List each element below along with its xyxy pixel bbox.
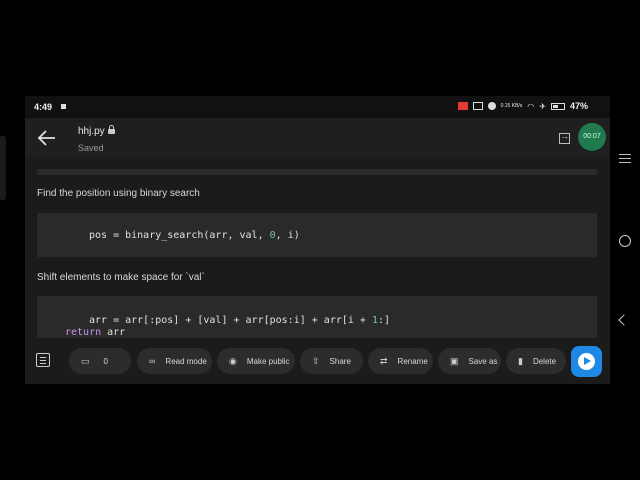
make-public-button[interactable]: ◉ Make public: [217, 348, 295, 374]
notebook-content: Find the position using binary search po…: [25, 158, 610, 338]
system-nav-bar: [610, 96, 640, 384]
share-icon: ⇧: [312, 355, 320, 366]
home-icon[interactable]: [619, 235, 631, 247]
recents-icon[interactable]: [619, 154, 631, 155]
side-edge-handle[interactable]: [0, 136, 6, 200]
exit-icon[interactable]: [559, 131, 570, 144]
play-icon: [578, 353, 595, 370]
code-text: , i): [275, 230, 300, 241]
wifi-icon: ◠: [527, 101, 535, 111]
share-label: Share: [329, 356, 351, 366]
recording-icon: [61, 104, 66, 109]
cast-icon: [457, 102, 468, 110]
dnd-icon: [487, 102, 496, 110]
file-name: hhj.py: [78, 126, 105, 137]
comment-text: Shift elements to make space for `val`: [37, 272, 205, 283]
run-button[interactable]: [571, 346, 602, 377]
rename-label: Rename: [397, 356, 428, 366]
timer-badge[interactable]: 00:07: [578, 123, 606, 151]
network-speed: 0.15 KB/s: [500, 102, 523, 109]
file-title: hhj.py: [78, 125, 115, 137]
code-cell-previous: [37, 169, 597, 175]
share-button[interactable]: ⇧ Share: [300, 348, 363, 374]
outline-icon[interactable]: [36, 353, 50, 367]
back-nav-icon[interactable]: [618, 314, 630, 326]
trash-icon: ▮: [518, 355, 523, 366]
back-arrow-icon[interactable]: [37, 129, 57, 147]
read-mode-button[interactable]: ∞ Read mode: [137, 348, 212, 374]
app-bar: hhj.py Saved 00:07: [25, 118, 610, 158]
code-cell[interactable]: pos = binary_search(arr, val, 0, i): [37, 213, 597, 257]
globe-icon: ◉: [229, 355, 237, 366]
rename-icon: ⇄: [380, 355, 388, 366]
code-text: pos = binary_search(arr, val,: [89, 230, 270, 241]
comment-text: Find the position using binary search: [37, 188, 200, 199]
status-icons: 0.15 KB/s ◠ ✈ 47%: [457, 101, 588, 111]
comment-icon: ▭: [81, 355, 90, 366]
delete-button[interactable]: ▮ Delete: [506, 348, 566, 374]
save-as-button[interactable]: ▣ Save as: [438, 348, 501, 374]
code-cell[interactable]: arr = arr[:pos] + [val] + arr[pos:i] + a…: [37, 296, 597, 338]
comments-button[interactable]: ▭ 0: [69, 348, 131, 374]
code-text: arr = arr[:pos] + [val] + arr[pos:i] + a…: [89, 315, 372, 326]
rename-button[interactable]: ⇄ Rename: [368, 348, 433, 374]
save-status: Saved: [78, 143, 104, 153]
save-as-icon: ▣: [450, 355, 459, 366]
delete-label: Delete: [532, 356, 557, 366]
glasses-icon: ∞: [149, 356, 156, 366]
status-time: 4:49: [34, 102, 53, 112]
comments-count: 0: [103, 356, 108, 366]
app-screen: 4:49 0.15 KB/s ◠ ✈ 47% hhj.py Saved 00:0…: [25, 96, 610, 384]
battery-icon: [550, 102, 565, 110]
status-bar: 4:49 0.15 KB/s ◠ ✈ 47%: [25, 96, 610, 118]
battery-percent: 47%: [569, 101, 588, 111]
lock-icon: [107, 125, 115, 134]
bottom-toolbar: ▭ 0 ∞ Read mode ◉ Make public ⇧ Share ⇄ Renam…: [25, 342, 610, 380]
code-text: arr: [101, 327, 126, 338]
mute-icon: [472, 102, 483, 110]
airplane-icon: ✈: [539, 101, 546, 111]
save-as-label: Save as: [468, 356, 498, 366]
read-mode-label: Read mode: [165, 356, 207, 366]
make-public-label: Make public: [246, 356, 290, 366]
code-keyword: return: [65, 327, 102, 338]
code-text: :]: [378, 315, 391, 326]
